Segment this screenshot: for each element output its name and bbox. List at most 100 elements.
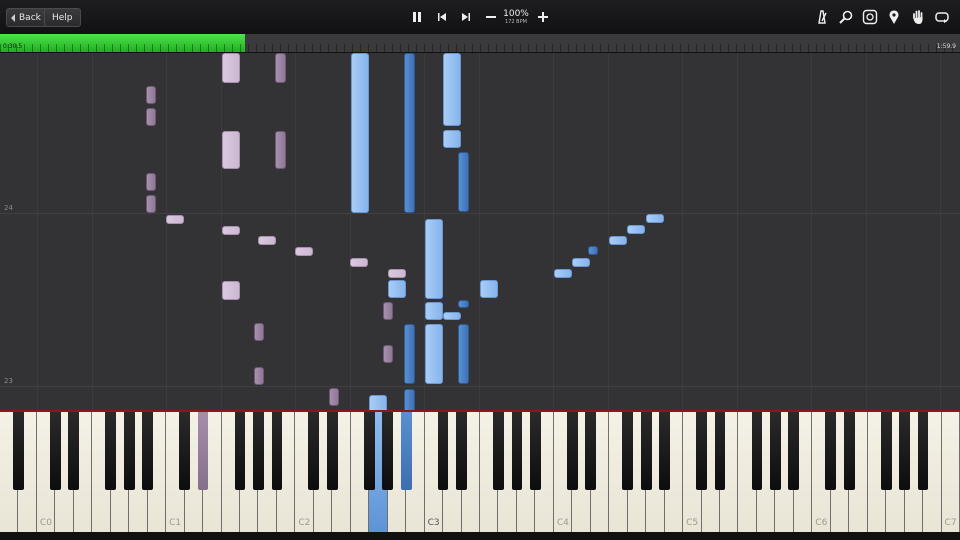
note-right-hand bbox=[404, 53, 415, 213]
black-key[interactable] bbox=[788, 412, 800, 490]
black-key[interactable] bbox=[640, 412, 652, 490]
help-button[interactable]: Help bbox=[44, 8, 81, 27]
note-left-hand bbox=[146, 86, 156, 104]
note-left-hand bbox=[350, 258, 368, 267]
minus-icon[interactable] bbox=[483, 9, 499, 25]
song-progress-bar[interactable]: 0:30.5 1:59.9 bbox=[0, 34, 960, 53]
octave-label: C2 bbox=[298, 518, 311, 528]
black-key[interactable] bbox=[123, 412, 135, 490]
black-key[interactable] bbox=[253, 412, 264, 490]
note-right-hand bbox=[443, 53, 461, 126]
note-right-hand bbox=[588, 246, 598, 255]
octave-label: C0 bbox=[39, 518, 52, 528]
octave-label: C3 bbox=[427, 518, 440, 528]
note-right-hand bbox=[458, 152, 469, 212]
pause-icon[interactable] bbox=[409, 9, 425, 25]
note-left-hand bbox=[166, 215, 184, 224]
tempo-percent: 100% bbox=[503, 9, 529, 19]
current-time: 0:30.5 bbox=[3, 43, 23, 50]
black-key[interactable] bbox=[308, 412, 320, 490]
black-key[interactable] bbox=[326, 412, 338, 490]
note-left-hand bbox=[329, 388, 339, 406]
note-right-hand bbox=[646, 214, 664, 223]
black-key[interactable] bbox=[197, 412, 209, 490]
black-key[interactable] bbox=[456, 412, 467, 490]
note-left-hand bbox=[388, 269, 406, 278]
magnifier-icon[interactable] bbox=[838, 9, 854, 25]
octave-label: C5 bbox=[686, 518, 699, 528]
black-key[interactable] bbox=[825, 412, 837, 490]
note-left-hand bbox=[146, 173, 156, 191]
black-key[interactable] bbox=[770, 412, 781, 490]
black-key[interactable] bbox=[179, 412, 190, 490]
note-right-hand bbox=[404, 389, 415, 410]
black-key[interactable] bbox=[511, 412, 523, 490]
black-key[interactable] bbox=[105, 412, 117, 490]
metronome-icon[interactable] bbox=[814, 9, 830, 25]
note-left-hand bbox=[254, 323, 264, 341]
octave-label: C4 bbox=[556, 518, 569, 528]
black-key[interactable] bbox=[382, 412, 394, 490]
note-left-hand bbox=[258, 236, 276, 245]
black-key[interactable] bbox=[530, 412, 541, 490]
black-key[interactable] bbox=[13, 412, 24, 490]
black-key[interactable] bbox=[566, 412, 578, 490]
note-left-hand bbox=[383, 302, 393, 320]
black-key[interactable] bbox=[437, 412, 449, 490]
note-left-hand bbox=[295, 247, 313, 256]
note-right-hand bbox=[572, 258, 590, 267]
note-right-hand bbox=[443, 312, 461, 320]
black-key[interactable] bbox=[880, 412, 892, 490]
note-right-hand bbox=[480, 280, 498, 298]
white-key[interactable] bbox=[941, 412, 960, 532]
note-right-hand bbox=[404, 324, 415, 384]
note-right-hand bbox=[609, 236, 627, 245]
note-right-hand bbox=[627, 225, 645, 234]
black-key[interactable] bbox=[843, 412, 855, 490]
black-key[interactable] bbox=[622, 412, 634, 490]
skip-forward-icon[interactable] bbox=[458, 9, 474, 25]
black-key[interactable] bbox=[714, 412, 726, 490]
black-key[interactable] bbox=[50, 412, 61, 490]
black-key[interactable] bbox=[271, 412, 283, 490]
note-right-hand bbox=[425, 302, 443, 320]
measure-number: 23 bbox=[4, 377, 13, 385]
note-left-hand bbox=[254, 367, 264, 385]
note-left-hand bbox=[275, 131, 286, 169]
note-left-hand bbox=[222, 226, 240, 235]
location-pin-icon[interactable] bbox=[886, 9, 902, 25]
black-key[interactable] bbox=[696, 412, 707, 490]
black-key[interactable] bbox=[68, 412, 80, 490]
loop-icon[interactable] bbox=[934, 9, 950, 25]
note-left-hand bbox=[222, 281, 240, 300]
black-key[interactable] bbox=[751, 412, 763, 490]
note-right-hand bbox=[351, 53, 369, 213]
note-right-hand bbox=[425, 324, 443, 384]
black-key[interactable] bbox=[917, 412, 929, 490]
note-right-hand bbox=[443, 130, 461, 148]
black-key[interactable] bbox=[400, 412, 412, 490]
black-key[interactable] bbox=[899, 412, 910, 490]
progress-ticks bbox=[0, 44, 960, 52]
black-key[interactable] bbox=[659, 412, 670, 490]
hand-icon[interactable] bbox=[910, 9, 926, 25]
black-key[interactable] bbox=[585, 412, 597, 490]
tempo-bpm: 172 BPM bbox=[505, 19, 527, 25]
black-key[interactable] bbox=[363, 412, 375, 490]
track-settings-icon[interactable] bbox=[862, 9, 878, 25]
note-left-hand bbox=[275, 53, 286, 83]
black-key[interactable] bbox=[493, 412, 504, 490]
black-key[interactable] bbox=[142, 412, 154, 490]
falling-notes-area: 24 23 bbox=[0, 53, 960, 410]
back-button[interactable]: Back bbox=[6, 8, 49, 27]
measure-number: 24 bbox=[4, 204, 13, 212]
black-key[interactable] bbox=[234, 412, 246, 490]
plus-icon[interactable] bbox=[535, 9, 551, 25]
skip-back-icon[interactable] bbox=[434, 9, 450, 25]
note-right-hand bbox=[425, 219, 443, 299]
note-left-hand bbox=[383, 345, 393, 363]
octave-label: C6 bbox=[815, 518, 828, 528]
note-left-hand bbox=[222, 53, 240, 83]
total-time: 1:59.9 bbox=[936, 43, 956, 50]
note-right-hand bbox=[369, 395, 387, 410]
